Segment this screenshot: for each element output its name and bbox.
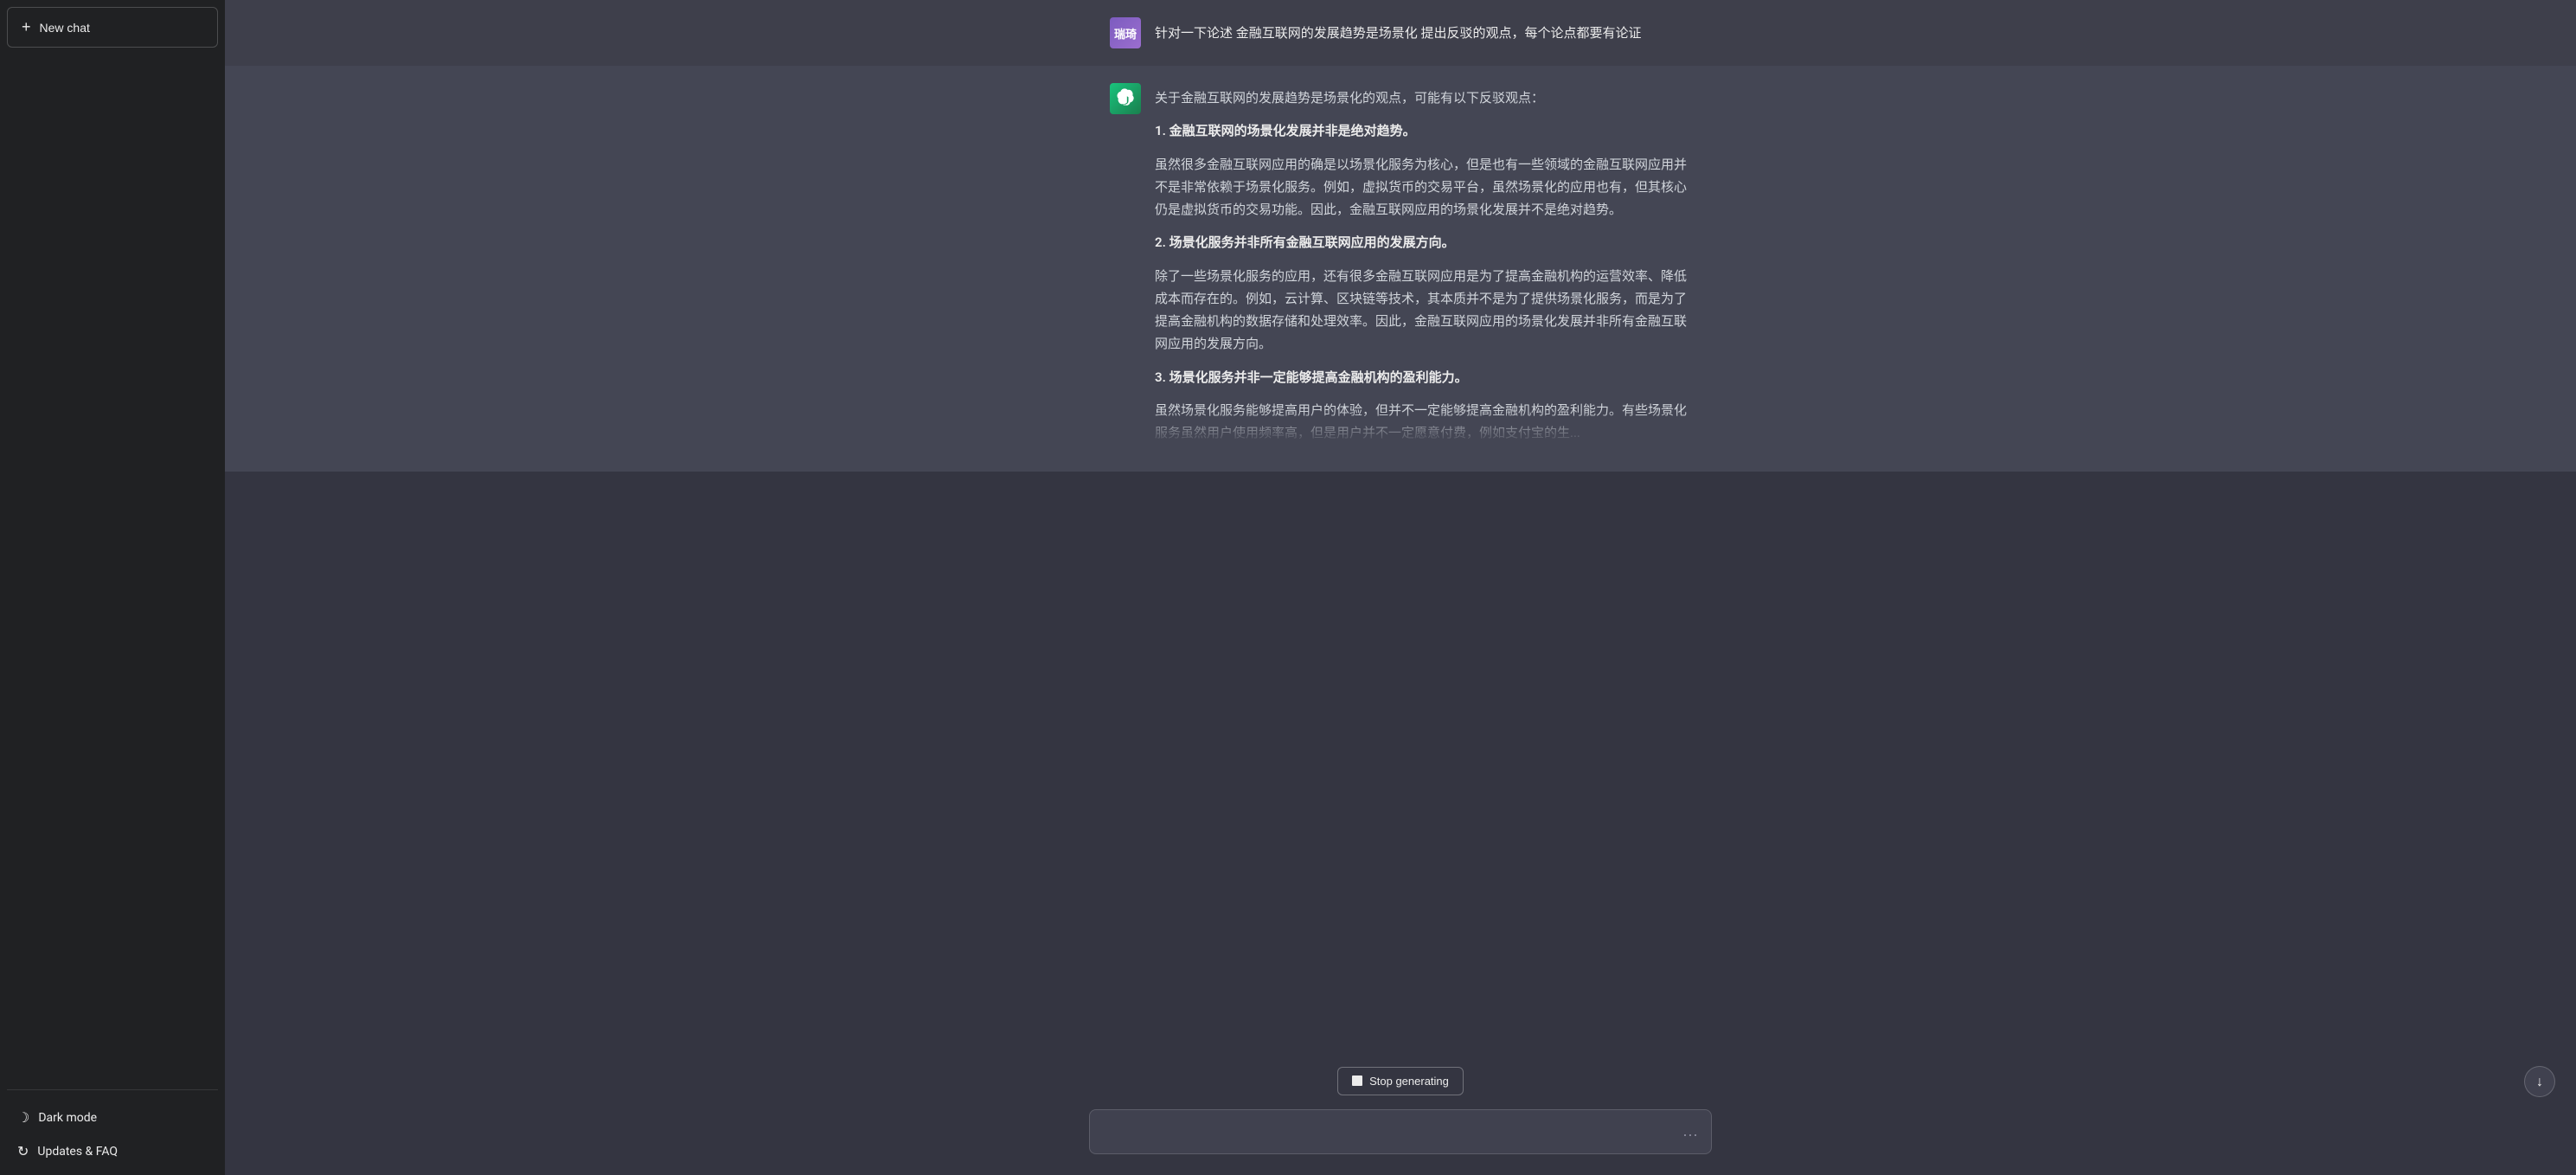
- dark-mode-label: Dark mode: [38, 1111, 97, 1125]
- user-message-row: 瑞琦 针对一下论述 金融互联网的发展趋势是场景化 提出反驳的观点，每个论点都要有…: [225, 0, 2576, 66]
- chevron-down-icon: ↓: [2536, 1073, 2543, 1090]
- more-options-button[interactable]: ···: [1679, 1122, 1701, 1147]
- plus-icon: +: [22, 18, 31, 36]
- point-1-body: 虽然很多金融互联网应用的确是以场景化服务为核心，但是也有一些领域的金融互联网应用…: [1155, 153, 1691, 222]
- chatgpt-icon: [1117, 88, 1134, 110]
- input-wrapper: ···: [1089, 1109, 1712, 1159]
- chat-input[interactable]: [1089, 1109, 1712, 1155]
- main-content: 瑞琦 针对一下论述 金融互联网的发展趋势是场景化 提出反驳的观点，每个论点都要有…: [225, 0, 2576, 1175]
- point-2-body: 除了一些场景化服务的应用，还有很多金融互联网应用是为了提高金融机构的运营效率、降…: [1155, 265, 1691, 356]
- more-options-icon: ···: [1682, 1126, 1698, 1144]
- ai-content: 关于金融互联网的发展趋势是场景化的观点，可能有以下反驳观点： 1. 金融互联网的…: [1155, 83, 1691, 454]
- stop-generating-area: Stop generating: [225, 1060, 2576, 1099]
- point-3-body-partial: 虽然场景化服务能够提高用户的体验，但并不一定能够提高金融机构的盈利能力。有些场景…: [1155, 399, 1691, 445]
- user-avatar: 瑞琦: [1110, 17, 1141, 48]
- new-chat-label: New chat: [40, 21, 90, 35]
- point-3-header: 3. 场景化服务并非一定能够提高金融机构的盈利能力。: [1155, 366, 1691, 388]
- info-icon: ↻: [17, 1143, 29, 1159]
- point-2-header: 2. 场景化服务并非所有金融互联网应用的发展方向。: [1155, 231, 1691, 254]
- stop-icon: [1352, 1075, 1362, 1086]
- input-area: ··· ↓: [225, 1099, 2576, 1175]
- scroll-to-bottom-button[interactable]: ↓: [2524, 1066, 2555, 1097]
- updates-faq-label: Updates & FAQ: [37, 1145, 118, 1159]
- stop-generating-button[interactable]: Stop generating: [1337, 1067, 1464, 1095]
- sidebar: + New chat ☽ Dark mode ↻ Updates & FAQ: [0, 0, 225, 1175]
- sidebar-item-updates-faq[interactable]: ↻ Updates & FAQ: [7, 1134, 218, 1168]
- new-chat-button[interactable]: + New chat: [7, 7, 218, 48]
- ai-intro-text: 关于金融互联网的发展趋势是场景化的观点，可能有以下反驳观点：: [1155, 87, 1691, 109]
- moon-icon: ☽: [17, 1109, 29, 1126]
- ai-message-row: 关于金融互联网的发展趋势是场景化的观点，可能有以下反驳观点： 1. 金融互联网的…: [225, 66, 2576, 472]
- point-1-header: 1. 金融互联网的场景化发展并非是绝对趋势。: [1155, 119, 1691, 142]
- sidebar-bottom: ☽ Dark mode ↻ Updates & FAQ: [7, 1089, 218, 1168]
- ai-avatar: [1110, 83, 1141, 114]
- stop-generating-label: Stop generating: [1369, 1075, 1449, 1088]
- chat-container[interactable]: 瑞琦 针对一下论述 金融互联网的发展趋势是场景化 提出反驳的观点，每个论点都要有…: [225, 0, 2576, 1060]
- sidebar-item-dark-mode[interactable]: ☽ Dark mode: [7, 1101, 218, 1134]
- user-message-text: 针对一下论述 金融互联网的发展趋势是场景化 提出反驳的观点，每个论点都要有论证: [1155, 17, 1641, 45]
